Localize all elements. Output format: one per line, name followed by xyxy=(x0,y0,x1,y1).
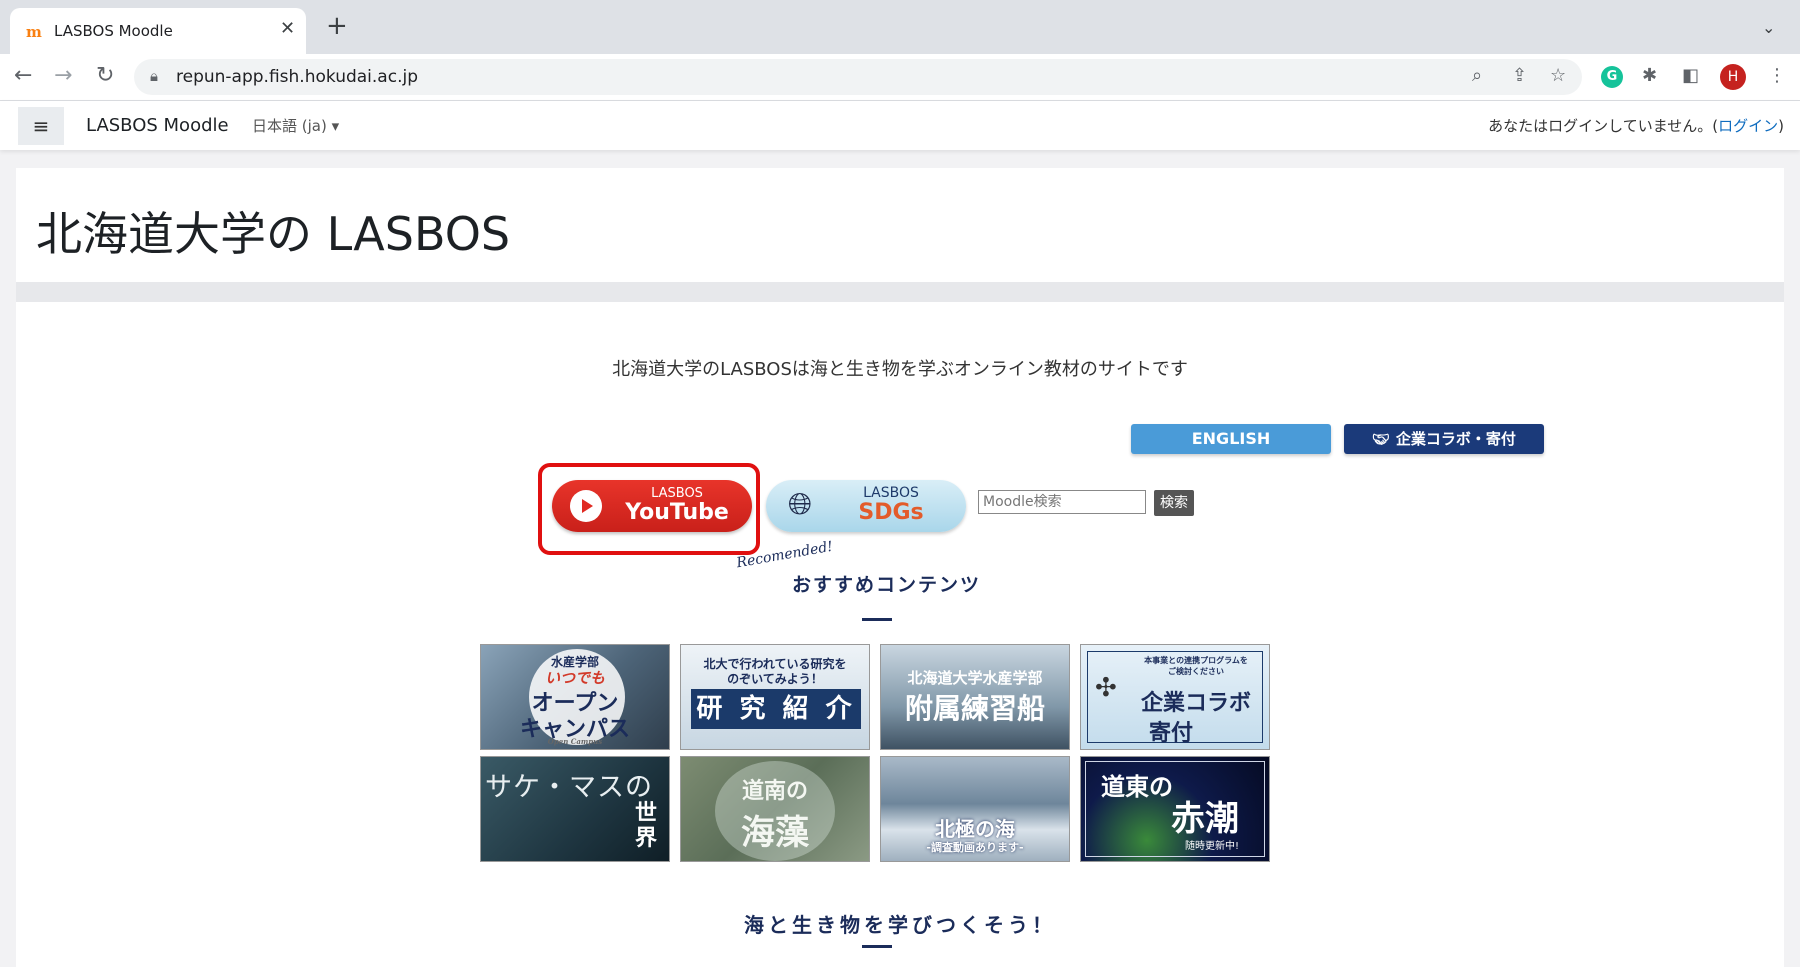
tile-research[interactable]: 北大で行われている研究を のぞいてみよう！ 研 究 紹 介 xyxy=(680,644,870,750)
tile-label: Open Campus xyxy=(547,737,603,746)
kebab-menu-icon[interactable]: ⋮ xyxy=(1768,65,1786,86)
tile-label: サケ・マスの xyxy=(485,772,653,803)
intro-text: 北海道大学のLASBOSは海と生き物を学ぶオンライン教材のサイトです xyxy=(612,359,1188,380)
forward-arrow-icon[interactable]: → xyxy=(54,63,72,89)
language-menu[interactable]: 日本語 (ja) ▾ xyxy=(252,115,339,136)
browser-tabstrip: m LASBOS Moodle ✕ + ⌄ xyxy=(0,0,1800,54)
search-button[interactable]: 検索 xyxy=(1154,490,1194,516)
tile-label: 企業コラボ xyxy=(1140,690,1251,716)
bottom-title: 海と生き物を学びつくそう！ xyxy=(744,913,1056,937)
tile-label: 世界 xyxy=(635,800,658,851)
tile-label: 道東の xyxy=(1101,772,1173,801)
close-icon[interactable]: ✕ xyxy=(280,18,295,39)
page-header: 北海道大学の LASBOS xyxy=(16,168,1784,282)
language-label: 日本語 (ja) xyxy=(252,117,327,135)
tile-label: 本事業との連携プログラムを xyxy=(1144,655,1248,665)
login-link[interactable]: ログイン xyxy=(1718,117,1778,135)
youtube-label: YouTube xyxy=(625,500,729,525)
tile-label: 研 究 紹 介 xyxy=(691,689,861,729)
tile-label: ご検討ください xyxy=(1168,666,1224,676)
tile-label: 赤潮 xyxy=(1171,799,1239,839)
login-status: あなたはログインしていません。(ログイン) xyxy=(1488,115,1784,136)
tile-seaweed[interactable]: 道南の 海藻 xyxy=(680,756,870,862)
login-close-paren: ) xyxy=(1778,117,1784,135)
tile-red-tide[interactable]: 道東の 赤潮 随時更新中! xyxy=(1080,756,1270,862)
sdgs-label: SDGs xyxy=(858,500,924,525)
hamburger-menu-icon[interactable]: ≡ xyxy=(18,107,64,145)
browser-toolbar: ← → ↻ 🔒︎ repun-app.fish.hokudai.ac.jp ⌕ … xyxy=(0,54,1800,101)
tile-arctic-sea[interactable]: 北極の海 -調査動画あります- xyxy=(880,756,1070,862)
bookmark-star-icon[interactable]: ☆ xyxy=(1550,65,1566,86)
tab-title: LASBOS Moodle xyxy=(54,22,173,40)
address-bar[interactable]: 🔒︎ repun-app.fish.hokudai.ac.jp ⌕ ⇪ ☆ xyxy=(134,59,1582,95)
tile-label: -調査動画あります- xyxy=(926,841,1024,854)
chevron-down-icon[interactable]: ⌄ xyxy=(1762,18,1775,37)
new-tab-icon[interactable]: + xyxy=(326,13,348,39)
main-content: 北海道大学のLASBOSは海と生き物を学ぶオンライン教材のサイトです ENGLI… xyxy=(16,302,1784,967)
recommended-title: おすすめコンテンツ xyxy=(792,574,982,596)
tile-training-ship[interactable]: 北海道大学水産学部 附属練習船 xyxy=(880,644,1070,750)
tile-label: 附属練習船 xyxy=(904,692,1045,725)
reload-icon[interactable]: ↻ xyxy=(96,63,114,89)
page-title: 北海道大学の LASBOS xyxy=(36,207,511,261)
grammarly-extension-icon[interactable]: G xyxy=(1601,66,1623,88)
english-button[interactable]: ENGLISH xyxy=(1131,424,1331,454)
share-icon[interactable]: ⇪ xyxy=(1512,65,1527,86)
title-underline xyxy=(862,618,892,621)
tile-corporate-collab[interactable]: 本事業との連携プログラムを ご検討ください ✣ 企業コラボ 寄付 xyxy=(1080,644,1270,750)
moodle-navbar: ≡ LASBOS Moodle 日本語 (ja) ▾ あなたはログインしていませ… xyxy=(0,101,1800,150)
collab-label: 企業コラボ・寄付 xyxy=(1395,430,1516,448)
tile-label: のぞいてみよう！ xyxy=(727,672,823,686)
tile-open-campus[interactable]: 水産学部 いつでも オープン キャンパス Open Campus xyxy=(480,644,670,750)
caret-down-icon: ▾ xyxy=(331,117,340,135)
lock-icon[interactable]: 🔒︎ xyxy=(150,67,158,85)
tile-salmon[interactable]: サケ・マスの 世界 xyxy=(480,756,670,862)
youtube-button[interactable]: LASBOS YouTube xyxy=(552,480,752,532)
site-name-link[interactable]: LASBOS Moodle xyxy=(86,115,229,136)
tile-label: 道南の xyxy=(741,778,808,804)
back-arrow-icon[interactable]: ← xyxy=(14,63,32,89)
browser-tab[interactable]: m LASBOS Moodle ✕ xyxy=(10,8,306,54)
youtube-small-label: LASBOS xyxy=(651,486,703,501)
login-status-text: あなたはログインしていません。( xyxy=(1488,117,1719,135)
header-divider xyxy=(16,282,1784,302)
play-icon xyxy=(570,490,602,522)
zoom-icon[interactable]: ⌕ xyxy=(1472,65,1482,86)
url-text[interactable]: repun-app.fish.hokudai.ac.jp xyxy=(176,67,418,87)
tile-label: 北海道大学水産学部 xyxy=(907,669,1043,687)
moodle-favicon-icon: m xyxy=(26,23,42,41)
tile-label: 随時更新中! xyxy=(1185,841,1240,852)
sdgs-small-label: LASBOS xyxy=(863,485,919,501)
tile-label: 北極の海 xyxy=(935,817,1015,841)
extensions-puzzle-icon[interactable]: ✱ xyxy=(1642,65,1657,86)
sdgs-button[interactable]: 🌐︎ LASBOS SDGs xyxy=(766,480,966,532)
tile-label: 寄付 xyxy=(1148,720,1193,746)
handshake-icon: 🤝︎ xyxy=(1372,432,1390,448)
title-underline xyxy=(862,945,892,948)
moodle-search-input[interactable] xyxy=(978,490,1146,514)
side-panel-icon[interactable]: ◧ xyxy=(1682,65,1699,86)
drone-icon: ✣ xyxy=(1095,673,1117,703)
globe-icon: 🌐︎ xyxy=(788,487,812,522)
profile-avatar[interactable]: H xyxy=(1720,64,1746,90)
tile-label: 海藻 xyxy=(741,813,809,853)
collab-donation-button[interactable]: 🤝︎ 企業コラボ・寄付 xyxy=(1344,424,1544,454)
